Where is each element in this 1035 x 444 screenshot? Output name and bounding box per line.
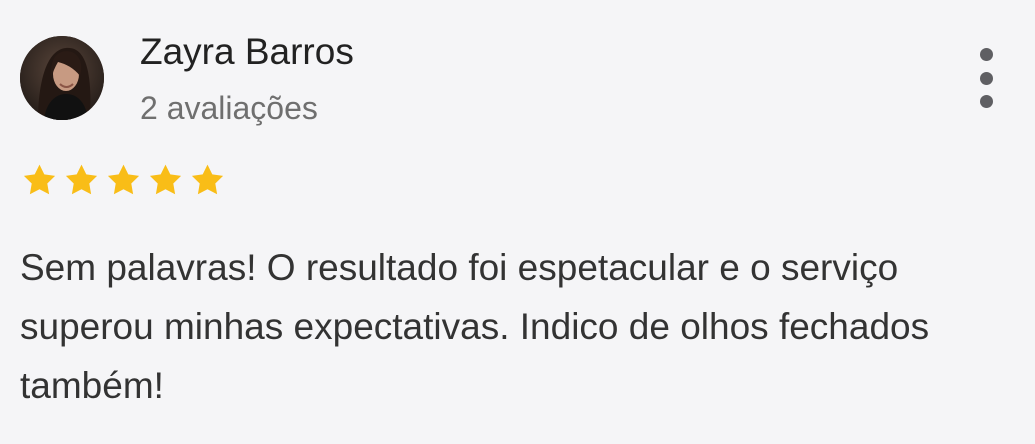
reviewer-name[interactable]: Zayra Barros [140,30,354,74]
star-icon [191,164,224,194]
star-icon [107,164,140,194]
star-icon [65,164,98,194]
review-card: Zayra Barros 2 avaliações Sem palavras! … [0,0,1035,444]
avatar[interactable] [20,36,104,120]
more-vertical-icon-dot-middle [979,71,993,85]
review-count: 2 avaliações [140,90,318,126]
star-icon [149,164,182,194]
avatar-photo-icon [20,36,104,120]
more-options-button[interactable] [968,48,1004,108]
review-text: Sem palavras! O resultado foi espetacula… [20,247,930,406]
star-rating [20,160,227,200]
more-vertical-icon-dot-bottom [979,95,993,108]
star-icon [23,164,56,194]
more-vertical-icon-dot-top [979,48,993,61]
